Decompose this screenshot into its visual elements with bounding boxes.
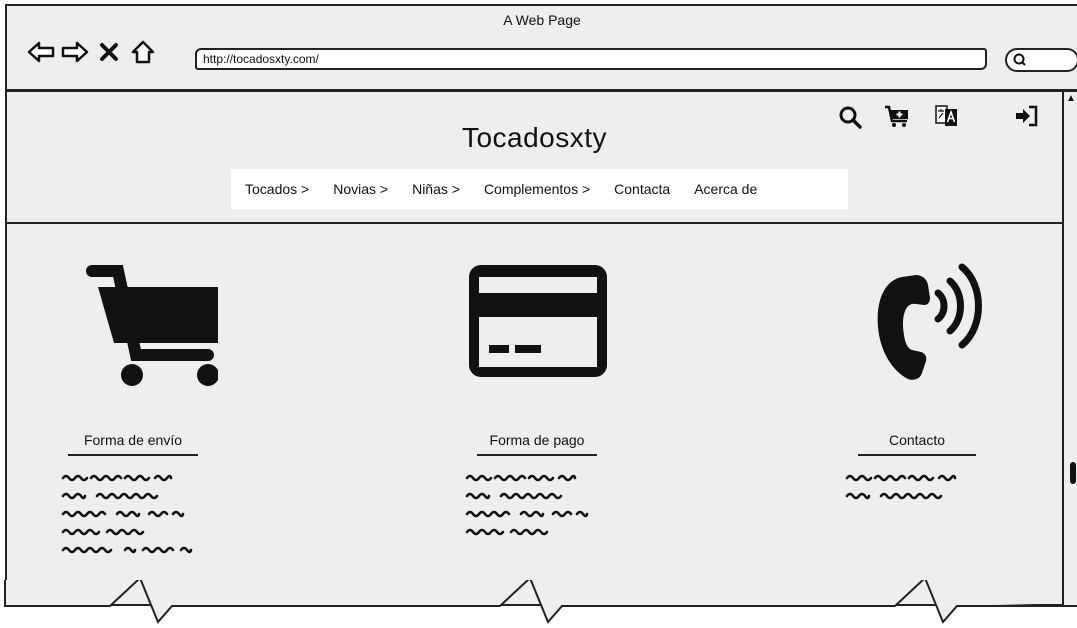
- section-label: Forma de envío: [83, 432, 183, 448]
- window-title: A Web Page: [503, 12, 581, 28]
- search-icon: [1013, 53, 1026, 66]
- browser-titlebar: A Web Page http://tocadosxty.com/: [5, 4, 1077, 92]
- browser-nav: [27, 38, 157, 66]
- placeholder-text: [61, 474, 193, 554]
- main-menu: Tocados > Novias > Niñas > Complementos …: [231, 169, 848, 209]
- menu-item-ninas[interactable]: Niñas >: [412, 181, 460, 197]
- phone-ringing-icon: [877, 263, 982, 380]
- close-icon[interactable]: [95, 38, 123, 66]
- section-underline: [858, 454, 976, 456]
- scroll-up-arrow-icon[interactable]: ▲: [1066, 94, 1076, 104]
- translate-icon[interactable]: [933, 102, 961, 130]
- payment-section: Forma de pago: [417, 252, 657, 575]
- page-cut-edge: [0, 580, 1077, 628]
- header-divider: [7, 222, 1062, 224]
- home-icon[interactable]: [129, 38, 157, 66]
- menu-item-complementos[interactable]: Complementos >: [484, 181, 590, 197]
- contact-section: Contacto: [797, 252, 1037, 525]
- menu-item-contacta[interactable]: Contacta: [614, 181, 670, 197]
- shipping-section: Forma de envío: [13, 252, 253, 575]
- section-label: Contacto: [888, 432, 946, 448]
- vertical-scrollbar[interactable]: ▲: [1062, 92, 1077, 606]
- page-content: Tocadosxty Tocados > Novias > Niñas > Co…: [7, 92, 1062, 606]
- add-to-cart-icon[interactable]: [883, 102, 911, 130]
- url-input[interactable]: http://tocadosxty.com/: [195, 48, 987, 70]
- back-arrow-icon[interactable]: [27, 38, 55, 66]
- section-underline: [68, 454, 198, 456]
- menu-item-novias[interactable]: Novias >: [333, 181, 388, 197]
- placeholder-text: [465, 474, 589, 536]
- browser-search[interactable]: [1005, 48, 1077, 72]
- credit-card-icon: [469, 265, 607, 377]
- placeholder-text: [845, 474, 957, 500]
- menu-item-tocados[interactable]: Tocados >: [245, 181, 309, 197]
- search-icon[interactable]: [837, 104, 865, 132]
- section-underline: [477, 454, 597, 456]
- scroll-thumb[interactable]: [1070, 462, 1076, 484]
- menu-item-acerca-de[interactable]: Acerca de: [694, 181, 757, 197]
- login-icon[interactable]: [1013, 102, 1041, 130]
- forward-arrow-icon[interactable]: [61, 38, 89, 66]
- shopping-cart-icon: [86, 265, 218, 386]
- section-label: Forma de pago: [489, 432, 585, 448]
